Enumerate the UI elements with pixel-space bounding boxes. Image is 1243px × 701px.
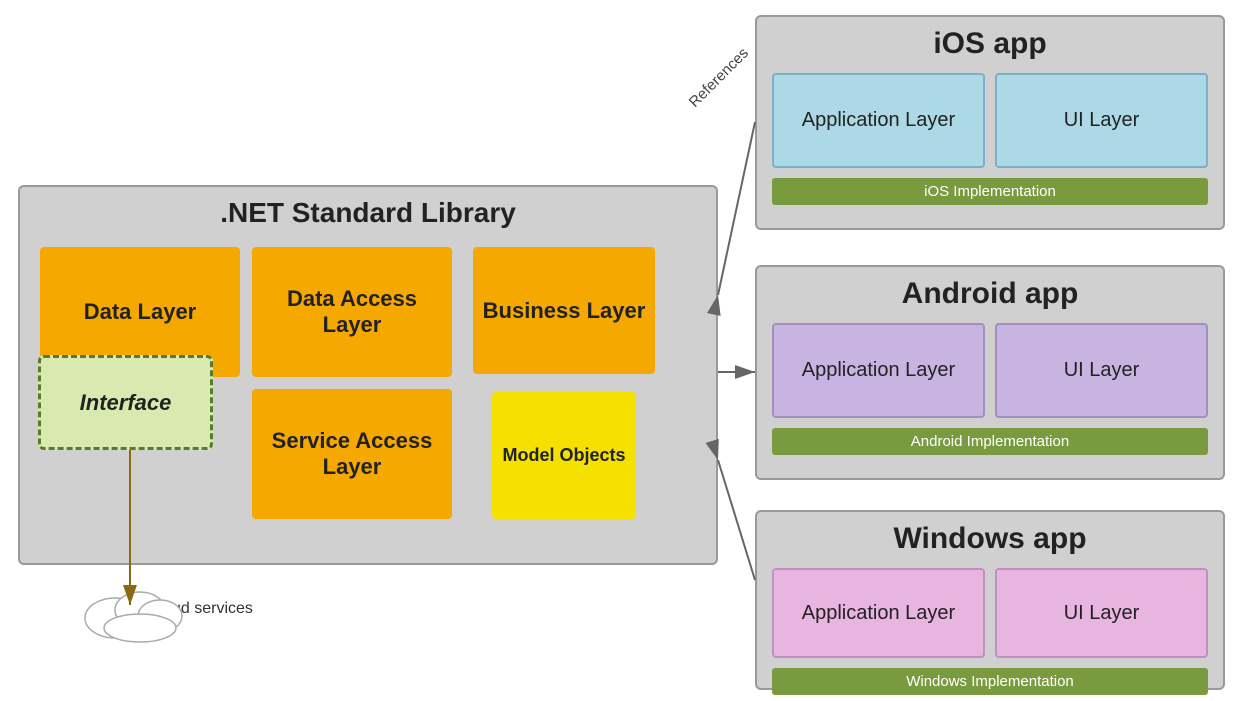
windows-app-box: Windows app Application Layer UI Layer W… [755,510,1225,690]
ios-app-layers: Application Layer UI Layer [767,73,1213,168]
windows-to-library-arrow [718,460,755,580]
ios-application-layer: Application Layer [772,73,985,168]
interface-box: Interface [38,355,213,450]
ios-implementation-bar: iOS Implementation [772,178,1208,205]
ios-to-library-arrow [718,122,755,295]
android-application-layer: Application Layer [772,323,985,418]
android-app-title: Android app [767,277,1213,311]
windows-implementation-bar: Windows Implementation [772,668,1208,695]
android-ui-layer: UI Layer [995,323,1208,418]
cloud-label: Cloud services [148,600,253,618]
windows-application-layer: Application Layer [772,568,985,658]
service-access-layer-box: Service Access Layer [252,389,452,519]
windows-ui-layer: UI Layer [995,568,1208,658]
android-implementation-bar: Android Implementation [772,428,1208,455]
android-app-box: Android app Application Layer UI Layer A… [755,265,1225,480]
net-library-title: .NET Standard Library [30,197,706,229]
data-access-layer-box: Data Access Layer [252,247,452,377]
diagram: .NET Standard Library Data Layer Data Ac… [0,0,1243,701]
ios-app-box: iOS app Application Layer UI Layer iOS I… [755,15,1225,230]
business-layer-box: Business Layer [473,247,656,374]
references-label: References [686,45,752,111]
windows-app-layers: Application Layer UI Layer [767,568,1213,658]
ios-ui-layer: UI Layer [995,73,1208,168]
model-objects-box: Model Objects [492,392,635,519]
ios-app-title: iOS app [767,27,1213,61]
windows-app-title: Windows app [767,522,1213,556]
cloud-part1 [85,598,145,638]
cloud-base [104,614,176,642]
android-app-layers: Application Layer UI Layer [767,323,1213,418]
business-layer-column: Business Layer Model Objects [464,247,664,519]
